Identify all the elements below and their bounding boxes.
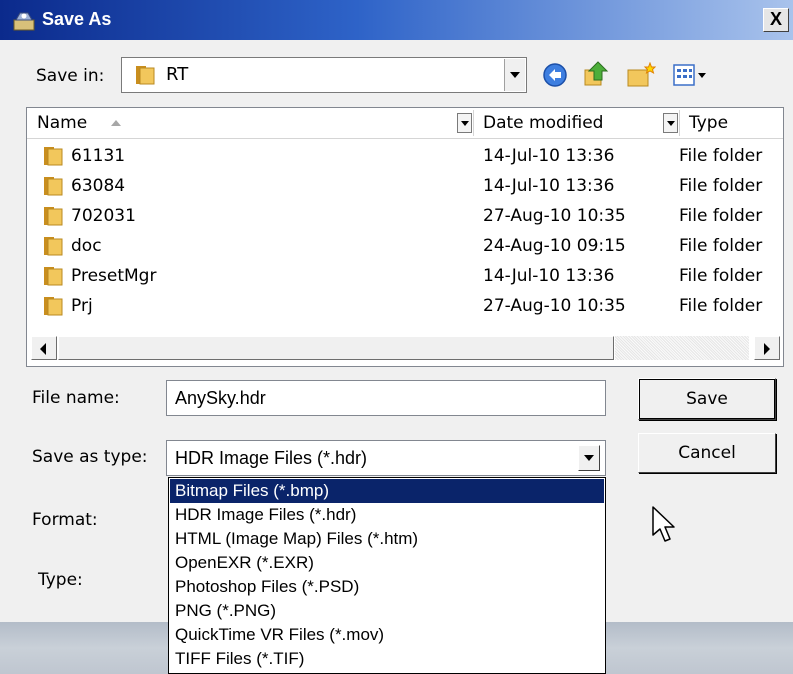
column-header-name[interactable]: Name [27,108,457,138]
save-in-combo[interactable]: RT [121,57,527,93]
back-icon[interactable] [542,62,568,88]
file-type: File folder [679,176,763,196]
file-name: PresetMgr [71,266,157,286]
save-as-icon [13,12,35,31]
file-type: File folder [679,266,763,286]
list-header: Name Date modified Type [27,108,783,139]
column-name-label: Name [37,113,88,133]
chevron-down-icon[interactable] [504,59,525,91]
window-title: Save As [42,9,112,29]
save-as-type-combo[interactable]: HDR Image Files (*.hdr) [166,440,606,476]
dropdown-option[interactable]: HDR Image Files (*.hdr) [170,503,604,527]
file-date: 14-Jul-10 13:36 [483,146,615,166]
list-item[interactable]: 61131 14-Jul-10 13:36 File folder [27,143,783,170]
sort-ascending-icon [111,120,121,126]
folder-icon [44,177,63,196]
file-date: 27-Aug-10 10:35 [483,206,626,226]
file-name: 63084 [71,176,126,196]
column-header-type[interactable]: Type [679,108,783,138]
new-folder-icon[interactable] [626,62,656,88]
column-date-label: Date modified [483,113,604,133]
folder-icon [44,207,63,226]
save-button[interactable]: Save [638,378,776,420]
file-name: 61131 [71,146,126,166]
file-name-label: File name: [32,388,120,408]
list-item[interactable]: 63084 14-Jul-10 13:36 File folder [27,173,783,200]
cancel-button[interactable]: Cancel [638,433,776,473]
file-date: 27-Aug-10 10:35 [483,296,626,316]
title-bar[interactable]: Save As X [0,0,793,40]
chevron-down-icon[interactable] [578,445,600,471]
save-in-label: Save in: [36,66,105,86]
dropdown-option[interactable]: Photoshop Files (*.PSD) [170,575,604,599]
folder-icon [44,147,63,166]
close-button[interactable]: X [763,8,789,32]
views-menu-icon[interactable] [672,62,708,88]
dropdown-option[interactable]: TIFF Files (*.TIF) [170,647,604,671]
dropdown-option[interactable]: HTML (Image Map) Files (*.htm) [170,527,604,551]
file-type: File folder [679,296,763,316]
file-list[interactable]: Name Date modified Type 61131 14-Jul-10 … [26,107,784,367]
column-header-date[interactable]: Date modified [473,108,663,138]
file-name-input[interactable]: AnySky.hdr [166,380,606,416]
mouse-pointer-icon [652,506,675,542]
type-label: Type: [38,570,83,590]
dropdown-option[interactable]: Bitmap Files (*.bmp) [170,479,604,503]
date-column-filter-button[interactable] [663,113,678,133]
list-item[interactable]: PresetMgr 14-Jul-10 13:36 File folder [27,263,783,290]
file-type: File folder [679,236,763,256]
folder-icon [44,267,63,286]
column-type-label: Type [689,113,729,133]
save-as-type-dropdown-list[interactable]: Bitmap Files (*.bmp) HDR Image Files (*.… [168,477,606,674]
folder-icon [44,237,63,256]
scroll-left-arrow-icon[interactable] [31,336,57,360]
scrollbar-thumb[interactable] [58,336,614,360]
file-type: File folder [679,206,763,226]
list-item[interactable]: 702031 27-Aug-10 10:35 File folder [27,203,783,230]
file-date: 14-Jul-10 13:36 [483,176,615,196]
file-date: 24-Aug-10 09:15 [483,236,626,256]
save-as-type-label: Save as type: [32,447,148,467]
file-type: File folder [679,146,763,166]
up-folder-icon[interactable] [582,60,610,88]
file-date: 14-Jul-10 13:36 [483,266,615,286]
save-in-value: RT [166,64,189,85]
folder-icon [44,297,63,316]
file-name-value: AnySky.hdr [175,388,266,408]
save-as-type-value: HDR Image Files (*.hdr) [175,448,368,468]
dropdown-option[interactable]: OpenEXR (*.EXR) [170,551,604,575]
file-name: 702031 [71,206,136,226]
format-label: Format: [32,510,98,530]
list-item[interactable]: Prj 27-Aug-10 10:35 File folder [27,293,783,320]
folder-icon [136,66,155,85]
list-item[interactable]: doc 24-Aug-10 09:15 File folder [27,233,783,260]
dropdown-option[interactable]: QuickTime VR Files (*.mov) [170,623,604,647]
file-name: doc [71,236,102,256]
dropdown-option[interactable]: PNG (*.PNG) [170,599,604,623]
file-name: Prj [71,296,93,316]
horizontal-scrollbar[interactable] [28,333,783,363]
scrollbar-track[interactable] [615,336,749,360]
scroll-right-arrow-icon[interactable] [754,336,780,360]
name-column-filter-button[interactable] [457,113,472,133]
